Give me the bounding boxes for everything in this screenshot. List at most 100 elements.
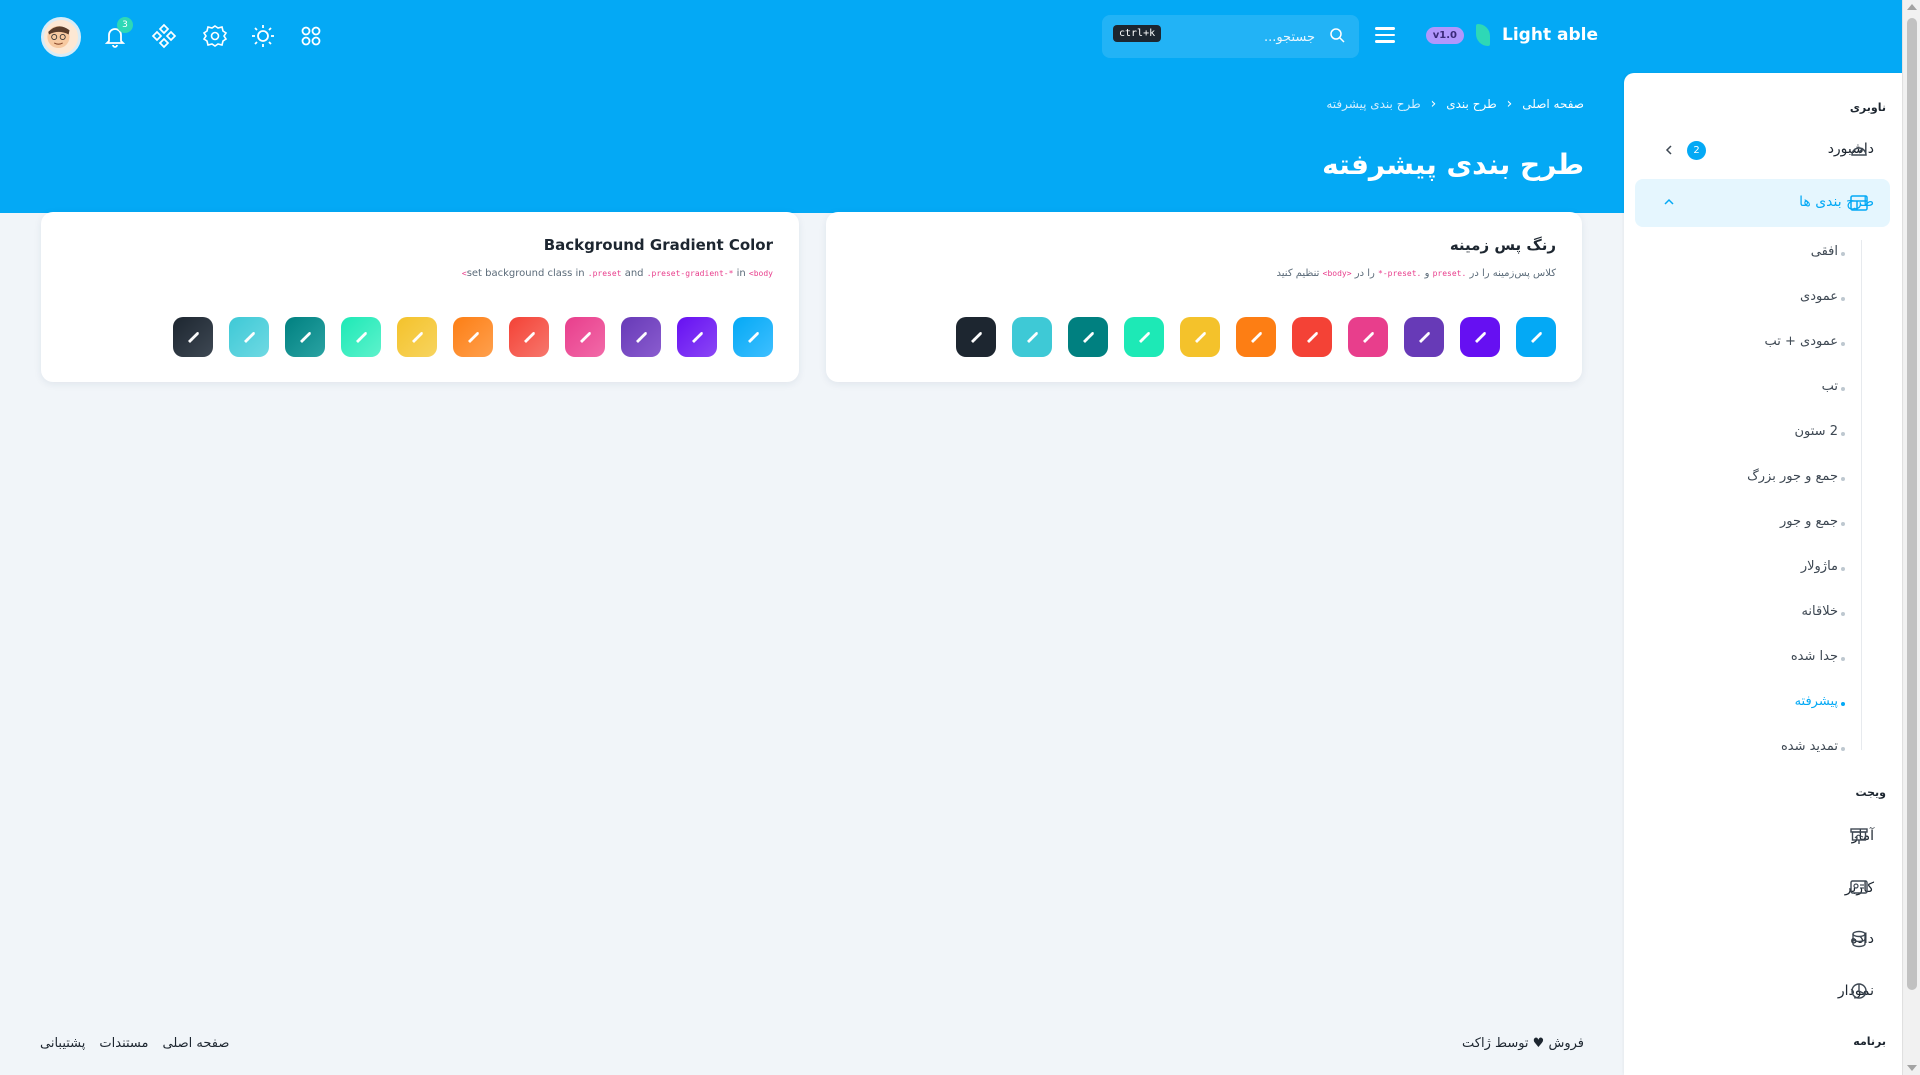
brush-icon <box>580 331 591 343</box>
preset-swatch-button[interactable] <box>1012 317 1052 357</box>
gradient-swatch-button[interactable] <box>509 317 549 357</box>
preset-swatch-button[interactable] <box>1068 317 1108 357</box>
page-title: طرح بندی پیشرفته <box>1322 148 1584 181</box>
apps-icon[interactable] <box>297 22 325 50</box>
subitem-dot <box>1841 522 1845 526</box>
chevron-left-icon <box>1665 145 1672 155</box>
sidebar-subitem[interactable]: ماژولار <box>1801 559 1838 574</box>
diamond-icon[interactable] <box>150 22 178 50</box>
avatar[interactable] <box>41 17 81 57</box>
preset-swatch-button[interactable] <box>1404 317 1444 357</box>
database-icon <box>1852 930 1866 948</box>
breadcrumb-separator: ‹ <box>1430 96 1437 112</box>
gradient-swatch-button[interactable] <box>733 317 773 357</box>
pie-chart-icon <box>1851 983 1867 999</box>
gradient-swatch-button[interactable] <box>677 317 717 357</box>
footer-link-docs[interactable]: مستندات <box>99 1036 148 1051</box>
header-band <box>0 0 1902 213</box>
gradient-swatch-button[interactable] <box>621 317 661 357</box>
search-box[interactable]: ctrl+k <box>1102 15 1359 58</box>
gradient-swatch-button[interactable] <box>565 317 605 357</box>
subitem-dot <box>1841 747 1845 751</box>
breadcrumb-home[interactable]: صفحه اصلی <box>1522 97 1584 111</box>
brush-icon <box>412 331 423 343</box>
user-card-icon <box>1850 880 1868 894</box>
sidebar-subitem[interactable]: خلاقانه <box>1801 604 1838 619</box>
brand[interactable]: v1.0 Light able <box>1425 24 1598 46</box>
subitem-dot <box>1841 702 1845 706</box>
sidebar-subitem[interactable]: عمودی <box>1800 289 1838 304</box>
subitem-dot <box>1841 297 1845 301</box>
sidebar-caption-app: برنامه <box>1853 1035 1886 1048</box>
brush-icon <box>748 331 759 343</box>
menu-toggle-button[interactable] <box>1375 27 1395 45</box>
gauge-icon <box>1851 147 1867 156</box>
gear-icon[interactable] <box>201 22 229 50</box>
dashboard-count-badge: 2 <box>1687 141 1706 160</box>
preset-swatch-button[interactable] <box>1236 317 1276 357</box>
scroll-down-arrow[interactable] <box>1907 1065 1917 1071</box>
subitem-dot <box>1841 342 1845 346</box>
breadcrumb: صفحه اصلی ‹ طرح بندی ‹ طرح بندی پیشرفته <box>1326 96 1584 112</box>
sidebar-subitem[interactable]: پیشرفته <box>1795 694 1838 709</box>
notification-badge: 3 <box>117 17 133 33</box>
subitem-dot <box>1841 432 1845 436</box>
gradient-swatch-button[interactable] <box>341 317 381 357</box>
brush-icon <box>1363 331 1374 343</box>
logo-icon <box>1476 24 1491 46</box>
preset-swatch-button[interactable] <box>1292 317 1332 357</box>
shortcut-hint: ctrl+k <box>1113 25 1162 42</box>
brush-icon <box>1027 331 1038 343</box>
footer-link-home[interactable]: صفحه اصلی <box>163 1036 230 1051</box>
footer-links: صفحه اصلی مستندات پشتیبانی <box>40 1036 229 1051</box>
layout-icon <box>1850 195 1868 211</box>
version-badge: v1.0 <box>1425 26 1465 44</box>
brush-icon <box>636 331 647 343</box>
subitem-dot <box>1841 252 1845 256</box>
subitem-dot <box>1841 567 1845 571</box>
preset-swatch-button[interactable] <box>1124 317 1164 357</box>
sidebar-subitem[interactable]: تمدید شده <box>1781 739 1838 754</box>
gradient-color-list <box>173 317 773 357</box>
gradient-swatch-button[interactable] <box>397 317 437 357</box>
sidebar-subitem[interactable]: 2 ستون <box>1795 424 1839 439</box>
sidebar-subitem[interactable]: افقی <box>1811 244 1838 259</box>
brush-icon <box>1531 331 1542 343</box>
sidebar-subitem[interactable]: عمودی + تب <box>1765 334 1839 349</box>
submenu-line <box>1861 240 1862 750</box>
gradient-swatch-button[interactable] <box>173 317 213 357</box>
scroll-thumb[interactable] <box>1907 18 1917 990</box>
scroll-up-arrow[interactable] <box>1907 4 1917 10</box>
card-title: رنگ پس زمینه <box>1449 236 1556 254</box>
preset-swatch-button[interactable] <box>1348 317 1388 357</box>
breadcrumb-current: طرح بندی پیشرفته <box>1326 97 1421 111</box>
search-input[interactable] <box>1175 26 1315 48</box>
footer-link-support[interactable]: پشتیبانی <box>40 1036 85 1051</box>
sidebar-subitem[interactable]: جمع و جور <box>1780 514 1838 529</box>
search-icon <box>1330 28 1345 43</box>
preset-swatch-button[interactable] <box>1460 317 1500 357</box>
sidebar-subitem[interactable]: تب <box>1822 379 1838 394</box>
sidebar-subitem[interactable]: جدا شده <box>1791 649 1838 664</box>
sidebar-subitem[interactable]: جمع و جور بزرگ <box>1747 469 1838 484</box>
preset-swatch-button[interactable] <box>956 317 996 357</box>
brush-icon <box>692 331 703 343</box>
preset-swatch-button[interactable] <box>1180 317 1220 357</box>
brush-icon <box>244 331 255 343</box>
chart-board-icon <box>1850 828 1868 844</box>
gradient-swatch-button[interactable] <box>453 317 493 357</box>
sidebar-caption-nav: ناوبری <box>1849 101 1886 114</box>
gradient-swatch-button[interactable] <box>285 317 325 357</box>
brush-icon <box>1251 331 1262 343</box>
brush-icon <box>1139 331 1150 343</box>
brush-icon <box>188 331 199 343</box>
preset-color-list <box>956 317 1556 357</box>
sun-icon[interactable] <box>249 22 277 50</box>
breadcrumb-layout[interactable]: طرح بندی <box>1446 97 1496 111</box>
preset-swatch-button[interactable] <box>1516 317 1556 357</box>
brush-icon <box>356 331 367 343</box>
gradient-swatch-button[interactable] <box>229 317 269 357</box>
sidebar-caption-widget: ویجت <box>1855 786 1886 799</box>
scrollbar[interactable] <box>1902 0 1920 1075</box>
brush-icon <box>1195 331 1206 343</box>
